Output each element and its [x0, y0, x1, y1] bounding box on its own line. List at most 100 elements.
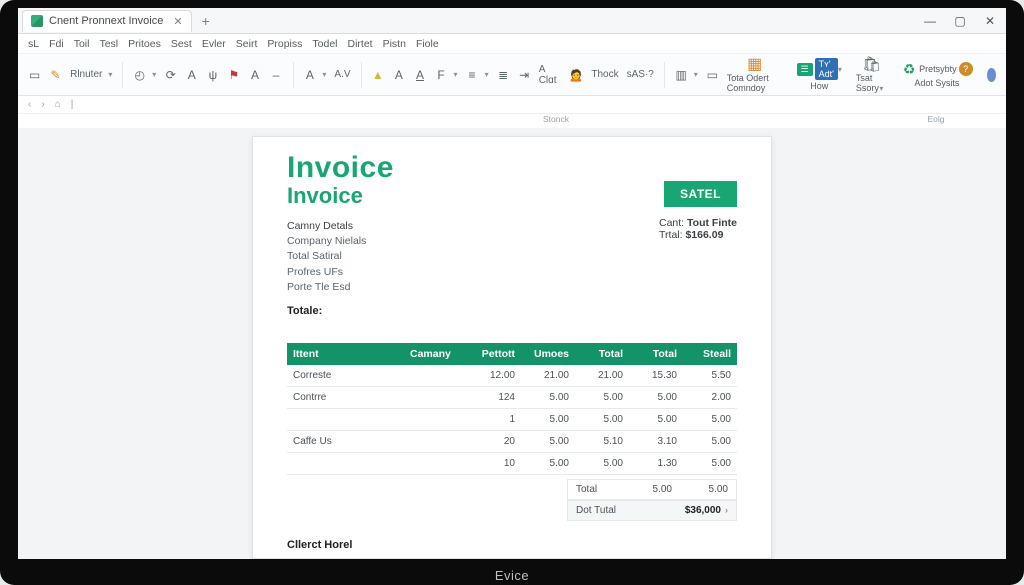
table-cell: 5.10 — [575, 431, 629, 453]
sas-label[interactable]: sAS·? — [627, 69, 654, 80]
table-cell: 5.00 — [683, 409, 737, 431]
titlebar: Cnent Pronnext Invoice ✕ + — ▢ ✕ — [18, 8, 1006, 34]
f-icon[interactable]: F — [434, 67, 447, 83]
nav-back-button[interactable]: ‹ — [28, 99, 31, 110]
menu-item[interactable]: Pistn — [383, 38, 406, 50]
menu-item[interactable]: Todel — [312, 38, 337, 50]
globe-icon[interactable]: ◴ — [133, 67, 146, 83]
triangle-icon[interactable]: ▲ — [371, 67, 384, 83]
menu-item[interactable]: Toil — [74, 38, 90, 50]
sublabel-mid: Stonck — [496, 114, 616, 128]
maximize-button[interactable]: ▢ — [952, 14, 968, 28]
a-cls-label[interactable]: A Clɑt — [539, 64, 561, 86]
company-details: Camny Detals Company Nielals Total Satir… — [287, 219, 394, 295]
table-cell: 5.00 — [521, 453, 575, 475]
save-button[interactable]: SATEL — [664, 181, 737, 207]
table-cell — [404, 453, 467, 475]
stack-icon[interactable]: ▥ — [675, 67, 688, 83]
chevron-down-icon[interactable]: ▾ — [152, 70, 156, 79]
menu-item[interactable]: Sest — [171, 38, 192, 50]
caps-a-icon[interactable]: A — [392, 67, 405, 83]
meta-line: Porte Tle Esd — [287, 280, 394, 295]
menu-item[interactable]: Fdi — [49, 38, 64, 50]
ribbon-separator — [122, 62, 123, 88]
table-cell — [404, 409, 467, 431]
table-cell: 1.30 — [629, 453, 683, 475]
ribbon-group-label: Tota Odert Comndoy — [727, 73, 783, 93]
document-canvas: Invoice Invoice Camny Detals Company Nie… — [18, 128, 1006, 559]
ribbon-group-label: Adot Sysits — [914, 78, 959, 88]
grand-total-label: Dot Tutal — [568, 501, 652, 520]
grand-total-row[interactable]: Dot Tutal $36,000› — [567, 500, 737, 521]
tab-active[interactable]: Cnent Pronnext Invoice ✕ — [22, 10, 192, 32]
chevron-down-icon[interactable]: ▾ — [108, 70, 112, 79]
grand-total-value: $36,000 — [685, 505, 721, 516]
chevron-down-icon[interactable]: ▾ — [838, 65, 842, 74]
list-icon[interactable]: ≣ — [497, 67, 510, 83]
dash-icon[interactable]: – — [269, 67, 282, 83]
av-label[interactable]: A.V — [334, 69, 350, 80]
menu-item[interactable]: Tesl — [99, 38, 118, 50]
help-dot-icon[interactable]: ? — [959, 62, 973, 76]
ribbon-separator — [664, 62, 665, 88]
ribbon-group-label: Tsat Ssory — [856, 73, 879, 93]
indent-icon[interactable]: ⇥ — [518, 67, 531, 83]
table-row: Correste12.0021.0021.0015.305.50 — [287, 365, 737, 387]
col-total1: Total — [575, 343, 629, 365]
ribbon-group-tota-odert[interactable]: ▦ Tota Odert Comndoy — [727, 56, 783, 93]
ribbon-group-pretsybty[interactable]: ♻ Pretsybty ? Adot Sysits — [901, 61, 973, 88]
minimize-button[interactable]: — — [922, 14, 938, 28]
table-cell: 15.30 — [629, 365, 683, 387]
table-cell: 5.00 — [575, 387, 629, 409]
chevron-down-icon[interactable]: ▾ — [454, 70, 458, 79]
window-controls: — ▢ ✕ — [922, 8, 1002, 34]
ribbon-group-bag[interactable]: 🛍 Tsat Ssory ▾ — [856, 56, 887, 93]
table-cell: 10 — [467, 453, 521, 475]
nav-forward-button[interactable]: › — [41, 99, 44, 110]
abc-icon[interactable]: A — [248, 67, 261, 83]
phi-icon[interactable]: ψ — [206, 67, 219, 83]
menu-item[interactable]: Fiole — [416, 38, 439, 50]
close-window-button[interactable]: ✕ — [982, 14, 998, 28]
ribbon-group-ty-adt[interactable]: ☰ Tʏ' Adt' ▾ How — [797, 58, 842, 91]
person-icon[interactable]: 🙍 — [568, 67, 583, 83]
page-icon[interactable]: ▭ — [28, 67, 41, 83]
tab-title: Cnent Pronnext Invoice — [49, 15, 163, 27]
menu-item[interactable]: Pritoes — [128, 38, 161, 50]
small-a-icon[interactable]: A — [303, 67, 316, 83]
table-cell: Correste — [287, 365, 404, 387]
chevron-down-icon[interactable]: ▾ — [879, 84, 883, 93]
new-tab-button[interactable]: + — [196, 13, 216, 29]
meta-line: Profres UFs — [287, 265, 394, 280]
table-cell — [404, 365, 467, 387]
menu-item[interactable]: Seirt — [236, 38, 258, 50]
client-heading: Cllerct Horel — [287, 539, 737, 551]
avatar[interactable] — [987, 68, 996, 82]
nav-home-icon[interactable]: ⌂ — [55, 99, 61, 110]
letter-icon[interactable]: A — [185, 67, 198, 83]
chevron-down-icon[interactable]: ▾ — [322, 70, 326, 79]
chevron-down-icon[interactable]: ▾ — [694, 70, 698, 79]
thock-label[interactable]: Thock — [591, 69, 618, 80]
close-tab-icon[interactable]: ✕ — [173, 15, 182, 28]
sync-icon[interactable]: ⟳ — [164, 67, 177, 83]
table-cell — [404, 387, 467, 409]
menu-item[interactable]: Propiss — [267, 38, 302, 50]
chevron-down-icon[interactable]: ▾ — [485, 70, 489, 79]
menu-item[interactable]: Evler — [202, 38, 226, 50]
table-cell: 5.00 — [683, 431, 737, 453]
header-total-label: Trtal: — [659, 229, 683, 241]
table-cell: Contrre — [287, 387, 404, 409]
ribbon-sublabels: Stonck Eolg — [18, 114, 1006, 128]
ruler-icon[interactable]: ✎ — [49, 67, 62, 83]
book-icon[interactable]: ▭ — [706, 67, 719, 83]
flag-icon[interactable]: ⚑ — [227, 67, 240, 83]
underline-a-icon[interactable]: A — [413, 67, 426, 83]
items-table: Ittent Camany Pettott Umoes Total Total … — [287, 343, 737, 475]
menu-item[interactable]: Dirtet — [348, 38, 373, 50]
summary-a: 5.00 — [624, 480, 680, 499]
align-icon[interactable]: ≡ — [466, 67, 479, 83]
invoice-title-small: Invoice — [287, 183, 394, 209]
menu-item[interactable]: sL — [28, 38, 39, 50]
table-cell: 5.00 — [683, 453, 737, 475]
